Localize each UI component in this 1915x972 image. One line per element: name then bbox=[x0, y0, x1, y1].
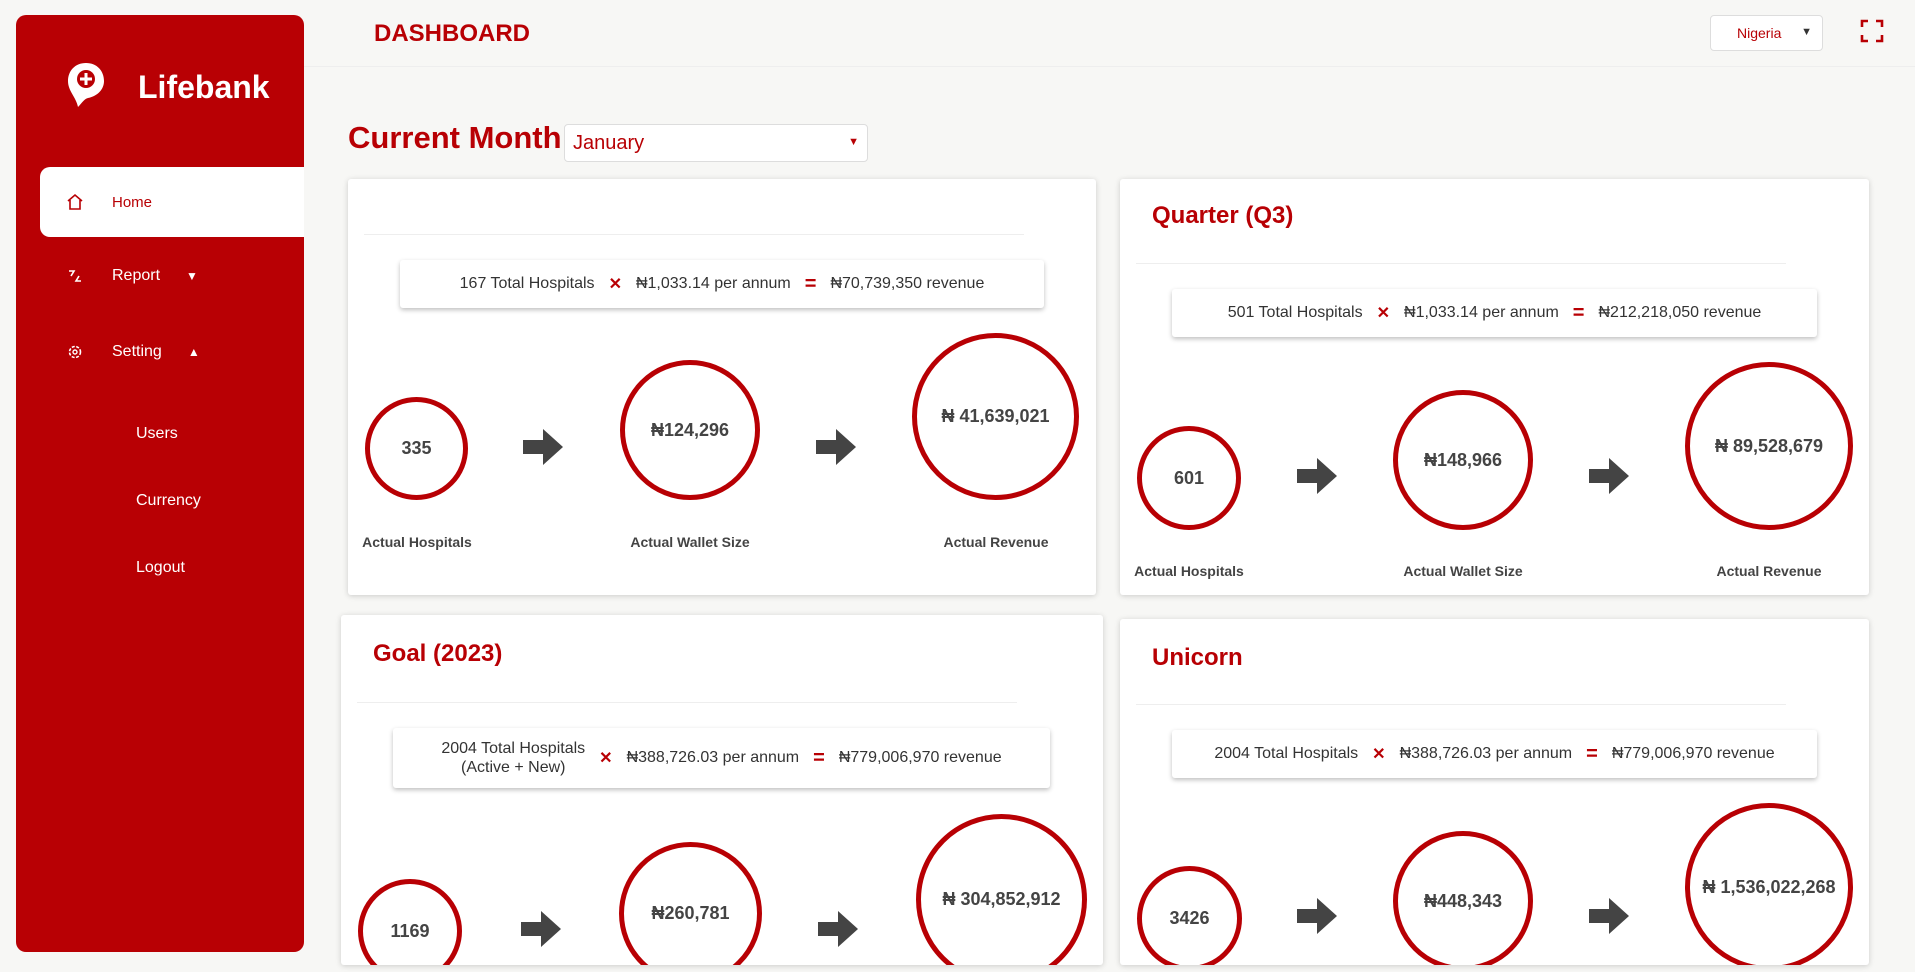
formula-rate: ₦388,726.03 per annum bbox=[626, 749, 800, 766]
report-icon bbox=[66, 267, 84, 285]
revenue-circle: ₦ 89,528,679 bbox=[1685, 362, 1853, 530]
wallet-size-circle: ₦448,343 bbox=[1393, 831, 1533, 965]
hospitals-circle: 335 bbox=[365, 397, 468, 500]
multiply-icon: ✕ bbox=[1372, 746, 1386, 763]
formula-hospitals: 2004 Total Hospitals bbox=[1214, 745, 1359, 762]
caption-revenue: Actual Revenue bbox=[943, 534, 1049, 550]
card-divider bbox=[1136, 263, 1786, 264]
wallet-size-circle: ₦260,781 bbox=[619, 842, 762, 965]
formula-revenue: ₦779,006,970 revenue bbox=[838, 749, 1002, 766]
caption-hospitals: Actual Hospitals bbox=[1134, 563, 1244, 579]
sidebar-item-label: Home bbox=[112, 193, 153, 211]
revenue-circle: ₦ 1,536,022,268 bbox=[1685, 803, 1853, 965]
sidebar: Lifebank Home Report ▼ Setting ▲ Users C… bbox=[16, 15, 304, 952]
formula-revenue: ₦212,218,050 revenue bbox=[1598, 304, 1762, 321]
arrow-right-icon bbox=[523, 429, 563, 465]
chevron-down-icon: ▼ bbox=[1801, 26, 1812, 38]
formula-rate: ₦1,033.14 per annum bbox=[635, 275, 791, 292]
equals-icon: = bbox=[813, 746, 825, 769]
sidebar-item-setting[interactable]: Setting ▲ bbox=[40, 317, 304, 387]
card-divider bbox=[357, 702, 1017, 703]
caption-wallet-size: Actual Wallet Size bbox=[630, 534, 750, 550]
sidebar-item-report[interactable]: Report ▼ bbox=[40, 241, 304, 311]
fullscreen-icon[interactable] bbox=[1860, 19, 1884, 43]
arrow-right-icon bbox=[1589, 898, 1629, 934]
sidebar-item-label: Setting bbox=[112, 343, 162, 360]
caption-hospitals: Actual Hospitals bbox=[362, 534, 472, 550]
formula-hospitals-line2: (Active + New) bbox=[461, 759, 566, 776]
caret-up-icon: ▲ bbox=[187, 345, 200, 359]
formula-box: 2004 Total Hospitals (Active + New) ✕ ₦3… bbox=[393, 728, 1050, 788]
caption-wallet-size: Actual Wallet Size bbox=[1403, 563, 1523, 579]
equals-icon: = bbox=[1586, 742, 1598, 765]
formula-revenue: ₦779,006,970 revenue bbox=[1611, 745, 1775, 762]
card-title: Goal (2023) bbox=[373, 640, 503, 667]
hospitals-circle: 601 bbox=[1137, 426, 1241, 530]
brand-name: Lifebank bbox=[138, 69, 270, 105]
unicorn-card: Unicorn 2004 Total Hospitals ✕ ₦388,726.… bbox=[1120, 619, 1869, 965]
wallet-size-circle: ₦148,966 bbox=[1393, 390, 1533, 530]
formula-box: 2004 Total Hospitals ✕ ₦388,726.03 per a… bbox=[1172, 730, 1817, 778]
home-icon bbox=[66, 193, 84, 211]
formula-hospitals: 2004 Total Hospitals (Active + New) bbox=[441, 739, 585, 777]
revenue-circle: ₦ 41,639,021 bbox=[912, 333, 1079, 500]
sidebar-item-label: Report bbox=[112, 267, 161, 284]
arrow-right-icon bbox=[521, 911, 561, 947]
page-title: DASHBOARD bbox=[374, 20, 530, 47]
brand-logo-icon bbox=[66, 61, 106, 114]
multiply-icon: ✕ bbox=[599, 750, 613, 767]
sidebar-subitem-users[interactable]: Users bbox=[136, 425, 178, 443]
chevron-down-icon: ▼ bbox=[848, 136, 859, 148]
country-select-value: Nigeria bbox=[1737, 25, 1782, 41]
quarter-card: Quarter (Q3) 501 Total Hospitals ✕ ₦1,03… bbox=[1120, 179, 1869, 595]
sidebar-subitem-logout[interactable]: Logout bbox=[136, 559, 185, 577]
card-divider bbox=[364, 234, 1024, 235]
country-select[interactable]: Nigeria ▼ bbox=[1710, 15, 1823, 51]
multiply-icon: ✕ bbox=[1376, 305, 1391, 322]
month-select-value: January bbox=[573, 131, 645, 154]
formula-rate: ₦388,726.03 per annum bbox=[1399, 745, 1573, 762]
monthly-card: 167 Total Hospitals ✕ ₦1,033.14 per annu… bbox=[348, 179, 1096, 595]
card-title: Quarter (Q3) bbox=[1152, 202, 1294, 229]
hospitals-circle: 3426 bbox=[1137, 866, 1242, 965]
arrow-right-icon bbox=[1589, 458, 1629, 494]
arrow-right-icon bbox=[818, 911, 858, 947]
formula-revenue: ₦70,739,350 revenue bbox=[830, 275, 985, 292]
gear-icon bbox=[66, 343, 84, 361]
brand[interactable]: Lifebank bbox=[66, 61, 270, 114]
current-month-label: Current Month: bbox=[348, 120, 572, 155]
equals-icon: = bbox=[1572, 301, 1585, 324]
multiply-icon: ✕ bbox=[608, 276, 622, 293]
formula-box: 501 Total Hospitals ✕ ₦1,033.14 per annu… bbox=[1172, 289, 1817, 337]
revenue-circle: ₦ 304,852,912 bbox=[916, 814, 1087, 965]
formula-hospitals: 167 Total Hospitals bbox=[459, 275, 595, 292]
card-divider bbox=[1136, 704, 1786, 705]
hospitals-circle: 1169 bbox=[358, 879, 462, 965]
sidebar-item-home[interactable]: Home bbox=[40, 167, 304, 237]
caption-revenue: Actual Revenue bbox=[1716, 563, 1822, 579]
sidebar-subitem-currency[interactable]: Currency bbox=[136, 492, 201, 510]
caret-down-icon: ▼ bbox=[186, 269, 198, 283]
equals-icon: = bbox=[804, 272, 817, 295]
formula-hospitals-line1: 2004 Total Hospitals bbox=[441, 740, 586, 757]
card-title: Unicorn bbox=[1152, 644, 1243, 671]
arrow-right-icon bbox=[1297, 898, 1337, 934]
formula-rate: ₦1,033.14 per annum bbox=[1404, 304, 1559, 321]
wallet-size-circle: ₦124,296 bbox=[620, 360, 760, 500]
arrow-right-icon bbox=[816, 429, 856, 465]
header: DASHBOARD Nigeria ▼ bbox=[304, 0, 1915, 67]
formula-hospitals: 501 Total Hospitals bbox=[1227, 304, 1363, 321]
goal-card: Goal (2023) 2004 Total Hospitals (Active… bbox=[341, 615, 1103, 965]
formula-box: 167 Total Hospitals ✕ ₦1,033.14 per annu… bbox=[400, 260, 1044, 308]
arrow-right-icon bbox=[1297, 458, 1337, 494]
month-select[interactable]: January ▼ bbox=[564, 124, 868, 162]
